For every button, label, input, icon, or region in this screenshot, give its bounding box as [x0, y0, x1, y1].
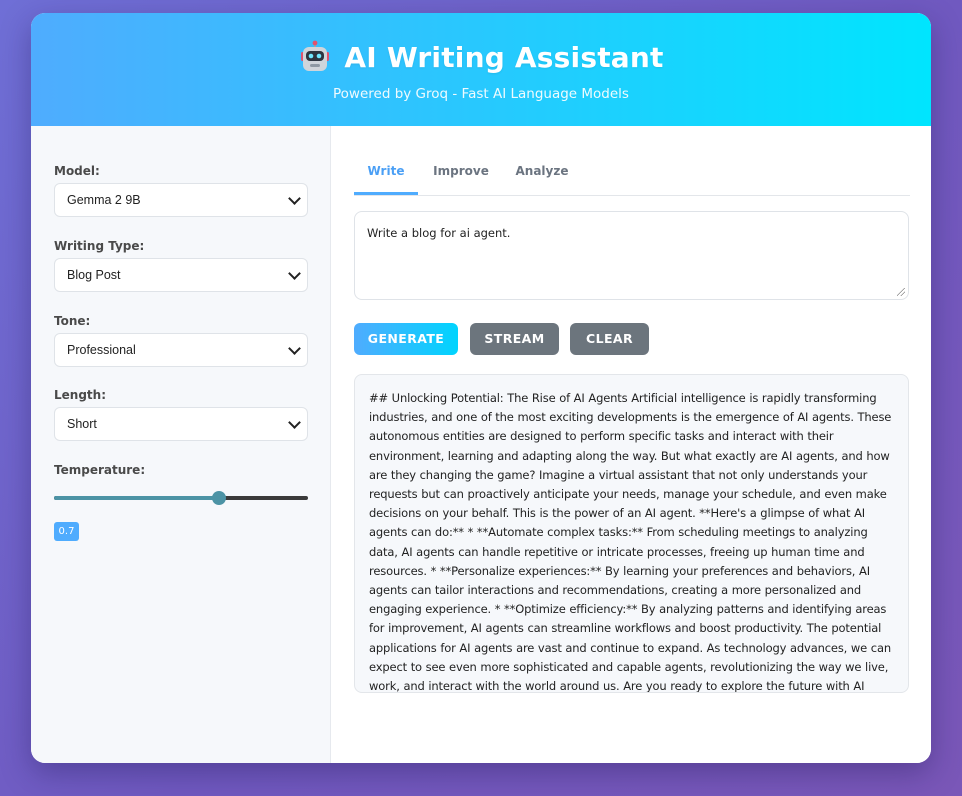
generate-button[interactable]: GENERATE: [354, 323, 458, 355]
tone-label: Tone:: [54, 314, 91, 328]
chevron-down-icon: [288, 267, 301, 280]
app-header: AI Writing Assistant Powered by Groq - F…: [31, 13, 931, 126]
temperature-value-badge: 0.7: [54, 522, 79, 541]
mode-tabs: Write Improve Analyze: [354, 148, 910, 196]
robot-icon: [298, 40, 332, 74]
tone-select-value: Professional: [67, 343, 136, 357]
output-text: ## Unlocking Potential: The Rise of AI A…: [369, 391, 892, 693]
resize-handle-icon[interactable]: [897, 288, 905, 296]
model-select-value: Gemma 2 9B: [67, 193, 141, 207]
tab-analyze[interactable]: Analyze: [506, 148, 578, 194]
title-row: AI Writing Assistant: [31, 40, 931, 74]
length-select[interactable]: Short: [54, 407, 308, 441]
tab-improve[interactable]: Improve: [426, 148, 496, 194]
settings-sidebar: Model: Gemma 2 9B Writing Type: Blog Pos…: [31, 126, 331, 763]
temperature-slider[interactable]: [54, 491, 308, 505]
output-panel: ## Unlocking Potential: The Rise of AI A…: [354, 374, 909, 693]
app-title: AI Writing Assistant: [344, 40, 664, 74]
length-select-value: Short: [67, 417, 97, 431]
writing-type-select[interactable]: Blog Post: [54, 258, 308, 292]
length-label: Length:: [54, 388, 106, 402]
stream-button[interactable]: STREAM: [470, 323, 559, 355]
model-select[interactable]: Gemma 2 9B: [54, 183, 308, 217]
main-panel: Write Improve Analyze Write a blog for a…: [331, 126, 931, 763]
tone-select[interactable]: Professional: [54, 333, 308, 367]
writing-type-label: Writing Type:: [54, 239, 145, 253]
prompt-textarea[interactable]: Write a blog for ai agent.: [354, 211, 909, 300]
app-card: AI Writing Assistant Powered by Groq - F…: [31, 13, 931, 763]
model-label: Model:: [54, 164, 100, 178]
chevron-down-icon: [288, 192, 301, 205]
prompt-text: Write a blog for ai agent.: [367, 226, 511, 240]
app-subtitle: Powered by Groq - Fast AI Language Model…: [333, 86, 629, 102]
chevron-down-icon: [288, 416, 301, 429]
writing-type-select-value: Blog Post: [67, 268, 121, 282]
temperature-slider-fill: [54, 496, 220, 500]
temperature-slider-thumb[interactable]: [212, 491, 227, 505]
clear-button[interactable]: CLEAR: [570, 323, 649, 355]
chevron-down-icon: [288, 342, 301, 355]
tab-write[interactable]: Write: [354, 148, 418, 195]
temperature-label: Temperature:: [54, 463, 146, 477]
